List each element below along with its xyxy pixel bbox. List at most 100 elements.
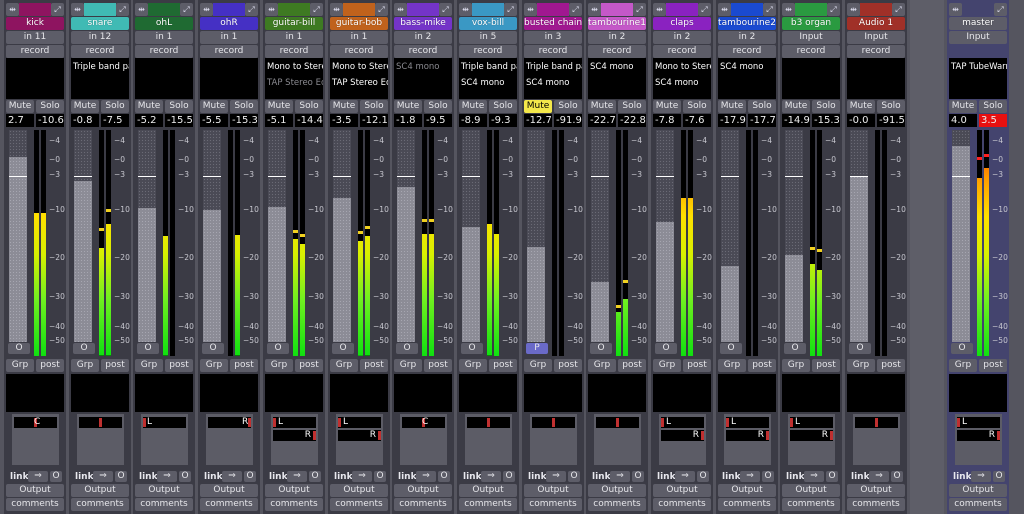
link-value[interactable]: O — [993, 471, 1005, 482]
peak-display[interactable]: -7.6 — [683, 114, 711, 127]
peak-display[interactable]: -17.7 — [748, 114, 776, 127]
comments-button[interactable]: comments — [71, 498, 129, 511]
solo-button[interactable]: Solo — [360, 100, 388, 113]
group-button[interactable]: Grp — [71, 359, 99, 372]
meter-point-button[interactable]: post — [979, 359, 1007, 372]
fader-mode-button[interactable]: P — [526, 343, 548, 354]
gain-entry[interactable]: -5.2 — [135, 114, 163, 127]
hide-strip-icon[interactable]: ⤢ — [245, 3, 258, 16]
record-button[interactable]: record — [459, 45, 517, 58]
plugin-box[interactable]: Triple band par — [71, 58, 129, 99]
group-button[interactable]: Grp — [135, 359, 163, 372]
gain-fader[interactable] — [591, 130, 609, 342]
link-label[interactable]: link — [953, 472, 972, 482]
solo-button[interactable]: Solo — [36, 100, 64, 113]
gain-fader[interactable] — [721, 130, 739, 342]
panner-left[interactable]: L — [726, 417, 769, 428]
gain-entry[interactable]: -14.9 — [782, 114, 810, 127]
strip-name-button[interactable]: guitar-bob — [330, 17, 388, 30]
plugin-item[interactable]: Mono to Stereo — [653, 60, 711, 74]
gain-entry[interactable]: -22.7 — [588, 114, 616, 127]
link-label[interactable]: link — [463, 472, 482, 482]
gain-fader[interactable] — [9, 130, 27, 342]
panner-left[interactable]: L — [338, 417, 381, 428]
panner[interactable] — [77, 414, 124, 465]
strip-name-button[interactable]: claps — [653, 17, 711, 30]
record-button[interactable]: record — [135, 45, 193, 58]
solo-button[interactable]: Solo — [489, 100, 517, 113]
panner-right[interactable]: R — [273, 430, 316, 441]
link-label[interactable]: link — [786, 472, 805, 482]
output-button[interactable]: Output — [135, 484, 193, 497]
link-value[interactable]: O — [891, 471, 903, 482]
record-button[interactable]: record — [71, 45, 129, 58]
meter-point-button[interactable]: post — [424, 359, 452, 372]
panner-left[interactable]: L — [790, 417, 833, 428]
panner-left[interactable]: L — [273, 417, 316, 428]
record-button[interactable]: record — [588, 45, 646, 58]
panner[interactable]: LR — [659, 414, 706, 465]
gain-fader[interactable] — [785, 130, 803, 342]
gain-fader[interactable] — [397, 130, 415, 342]
input-button[interactable]: in 12 — [71, 31, 129, 44]
hide-strip-icon[interactable]: ⤢ — [994, 3, 1007, 16]
peak-display[interactable]: -15.3 — [230, 114, 258, 127]
link-value[interactable]: O — [50, 471, 62, 482]
plugin-item[interactable]: TAP Stereo Echo — [265, 76, 323, 90]
fader-mode-button[interactable]: O — [849, 343, 871, 354]
meter-point-button[interactable]: post — [489, 359, 517, 372]
record-button[interactable]: record — [847, 45, 905, 58]
comments-button[interactable]: comments — [847, 498, 905, 511]
meter-point-button[interactable]: post — [36, 359, 64, 372]
input-button[interactable]: in 2 — [588, 31, 646, 44]
record-button[interactable]: record — [394, 45, 452, 58]
meter-point-button[interactable]: post — [877, 359, 905, 372]
input-button[interactable]: in 11 — [6, 31, 64, 44]
link-label[interactable]: link — [851, 472, 870, 482]
peak-display[interactable]: -91.9 — [554, 114, 582, 127]
record-button[interactable]: record — [330, 45, 388, 58]
hide-strip-icon[interactable]: ⤢ — [504, 3, 517, 16]
solo-button[interactable]: Solo — [812, 100, 840, 113]
link-value[interactable]: O — [179, 471, 191, 482]
gain-fader[interactable] — [333, 130, 351, 342]
plugin-box[interactable]: Triple band par SC4 mono — [524, 58, 582, 99]
link-value[interactable]: O — [115, 471, 127, 482]
width-toggle-icon[interactable]: ⇹ — [394, 3, 407, 16]
peak-display[interactable]: 3.5 — [979, 114, 1007, 127]
plugin-item[interactable]: Triple band par — [524, 60, 582, 74]
comments-button[interactable]: comments — [588, 498, 646, 511]
gain-entry[interactable]: -8.9 — [459, 114, 487, 127]
width-toggle-icon[interactable]: ⇹ — [135, 3, 148, 16]
input-button[interactable]: in 1 — [200, 31, 258, 44]
solo-button[interactable]: Solo — [295, 100, 323, 113]
plugin-box[interactable] — [847, 58, 905, 99]
fader-mode-button[interactable]: O — [332, 343, 354, 354]
meter-point-button[interactable]: post — [101, 359, 129, 372]
group-button[interactable]: Grp — [330, 359, 358, 372]
solo-button[interactable]: Solo — [618, 100, 646, 113]
link-arrow-icon[interactable]: ⇒ — [971, 471, 991, 482]
solo-button[interactable]: Solo — [979, 100, 1007, 113]
plugin-item[interactable]: SC4 mono — [459, 76, 517, 90]
link-label[interactable]: link — [657, 472, 676, 482]
strip-name-button[interactable]: master — [949, 17, 1007, 30]
link-arrow-icon[interactable]: ⇒ — [869, 471, 889, 482]
strip-name-button[interactable]: ohR — [200, 17, 258, 30]
link-label[interactable]: link — [398, 472, 417, 482]
output-button[interactable]: Output — [524, 484, 582, 497]
fader-mode-button[interactable]: O — [784, 343, 806, 354]
gain-entry[interactable]: -3.5 — [330, 114, 358, 127]
plugin-box[interactable]: SC4 mono — [588, 58, 646, 99]
strip-name-button[interactable]: tambourine1 — [588, 17, 646, 30]
panner[interactable] — [465, 414, 512, 465]
gain-entry[interactable]: -5.1 — [265, 114, 293, 127]
link-value[interactable]: O — [826, 471, 838, 482]
link-label[interactable]: link — [204, 472, 223, 482]
mute-button[interactable]: Mute — [459, 100, 487, 113]
meter-point-button[interactable]: post — [554, 359, 582, 372]
panner-left[interactable]: L — [661, 417, 704, 428]
gain-entry[interactable]: -0.0 — [847, 114, 875, 127]
panner[interactable]: C — [12, 414, 59, 465]
group-button[interactable]: Grp — [588, 359, 616, 372]
